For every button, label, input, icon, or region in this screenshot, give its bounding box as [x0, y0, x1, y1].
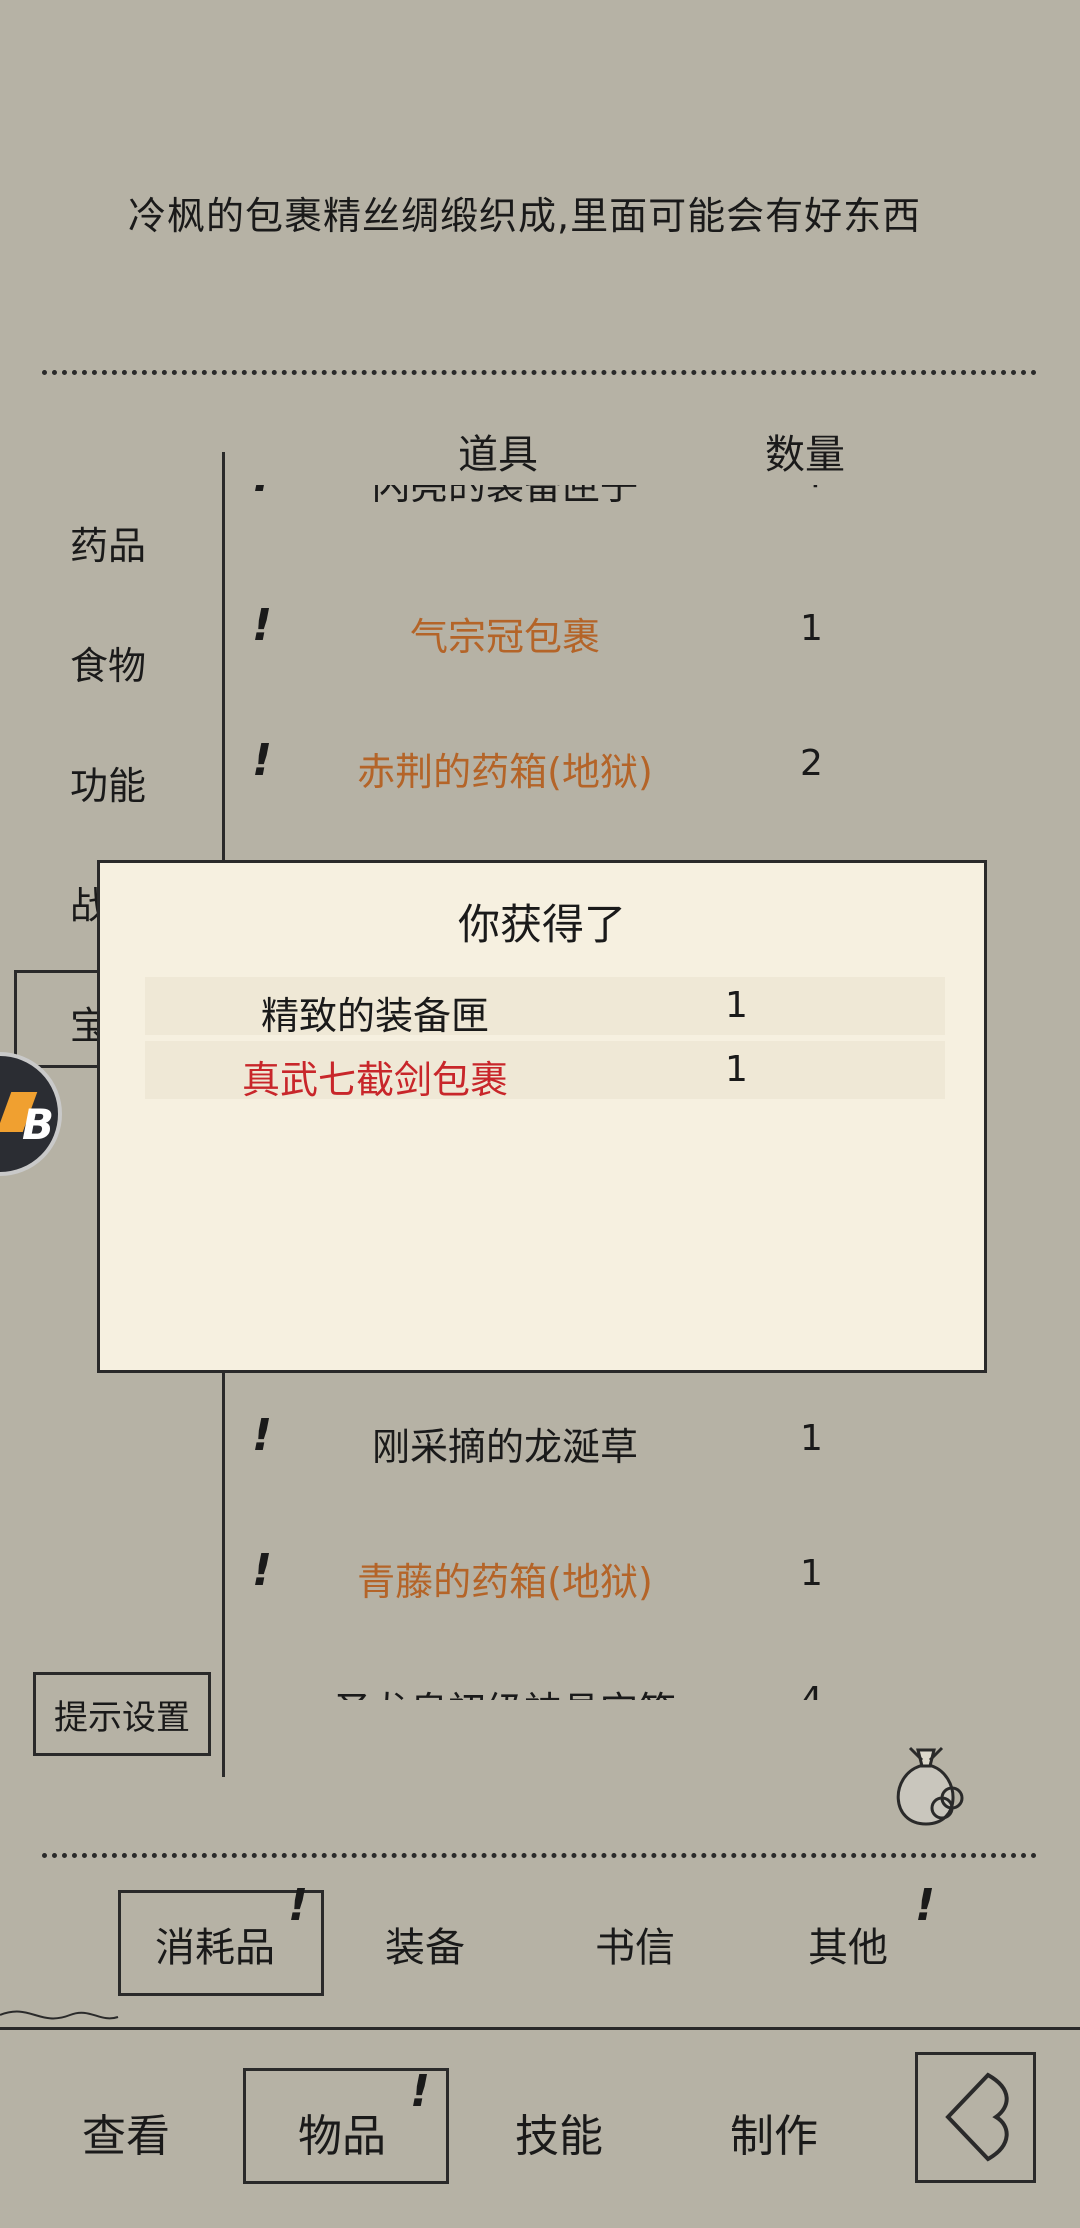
- row-alert-mark: !: [252, 1545, 273, 1596]
- reward-item-qty: 1: [725, 985, 748, 1026]
- reward-row: 真武七截剑包裹 1: [145, 1041, 945, 1102]
- sub-tab-letters[interactable]: 书信: [595, 1915, 675, 1973]
- nav-view[interactable]: 查看: [82, 2100, 170, 2164]
- tab-alert-mark: !: [915, 1880, 936, 1931]
- hint-settings-button[interactable]: 提示设置: [33, 1672, 211, 1756]
- list-item-qty: 1: [800, 608, 823, 649]
- column-header-quantity: 数量: [765, 432, 845, 478]
- list-item-name[interactable]: 闪亮的装备匣子: [295, 485, 715, 510]
- reward-item-qty: 1: [725, 1049, 748, 1090]
- nav-craft[interactable]: 制作: [730, 2100, 818, 2164]
- floating-assistant-icon[interactable]: B: [0, 1052, 62, 1176]
- row-alert-mark: !: [252, 735, 273, 786]
- list-item-name[interactable]: 刚采摘的龙涎草: [295, 1416, 715, 1471]
- column-header-item: 道具: [458, 432, 538, 478]
- bag-icon[interactable]: [880, 1740, 972, 1836]
- divider-top: [42, 370, 1037, 375]
- row-alert-mark: !: [252, 1410, 273, 1461]
- list-clip-bottom: 圣龙皇初级神具宝箱 4: [240, 1680, 840, 1700]
- back-button[interactable]: [915, 2052, 1036, 2183]
- nav-items[interactable]: 物品: [298, 2100, 386, 2164]
- item-description: 冷枫的包裹精丝绸缎织成,里面可能会有好东西: [128, 194, 922, 238]
- list-item-name[interactable]: 气宗冠包裹: [295, 606, 715, 661]
- list-item-qty: 4: [800, 485, 823, 496]
- sub-tab-other[interactable]: 其他: [808, 1915, 888, 1973]
- decor-squiggle: [0, 2005, 120, 2039]
- category-food[interactable]: 食物: [70, 635, 146, 690]
- tab-alert-mark: !: [288, 1880, 309, 1931]
- reward-item-name: 真武七截剑包裹: [241, 1058, 508, 1102]
- list-item-name[interactable]: 赤荆的药箱(地狱): [295, 741, 715, 796]
- row-alert-mark: !: [252, 485, 272, 502]
- reward-item-name: 精致的装备匣: [260, 994, 489, 1038]
- list-clip-top: ! 闪亮的装备匣子 4: [240, 485, 840, 523]
- list-item-name[interactable]: 圣龙皇初级神具宝箱: [295, 1680, 715, 1700]
- sub-tab-equipment[interactable]: 装备: [385, 1915, 465, 1973]
- dialog-title: 你获得了: [457, 900, 626, 949]
- nav-skills[interactable]: 技能: [515, 2100, 603, 2164]
- sub-tab-consumables[interactable]: 消耗品: [155, 1915, 275, 1973]
- row-alert-mark: !: [252, 600, 273, 651]
- reward-row: 精致的装备匣 1: [145, 977, 945, 1038]
- category-function[interactable]: 功能: [70, 755, 146, 810]
- divider-bottom: [42, 1853, 1037, 1858]
- list-item-qty: 1: [800, 1553, 823, 1594]
- list-item-name[interactable]: 青藤的药箱(地狱): [295, 1551, 715, 1606]
- bottom-nav-separator: [0, 2027, 1080, 2030]
- list-item-qty: 1: [800, 1418, 823, 1459]
- list-item-qty: 4: [800, 1680, 823, 1700]
- nav-alert-mark: !: [410, 2066, 431, 2117]
- reward-dialog[interactable]: 你获得了 精致的装备匣 1 真武七截剑包裹 1: [97, 860, 987, 1373]
- back-arrow-icon: [945, 2072, 1009, 2162]
- list-item-qty: 2: [800, 743, 823, 784]
- category-medicine[interactable]: 药品: [70, 515, 146, 570]
